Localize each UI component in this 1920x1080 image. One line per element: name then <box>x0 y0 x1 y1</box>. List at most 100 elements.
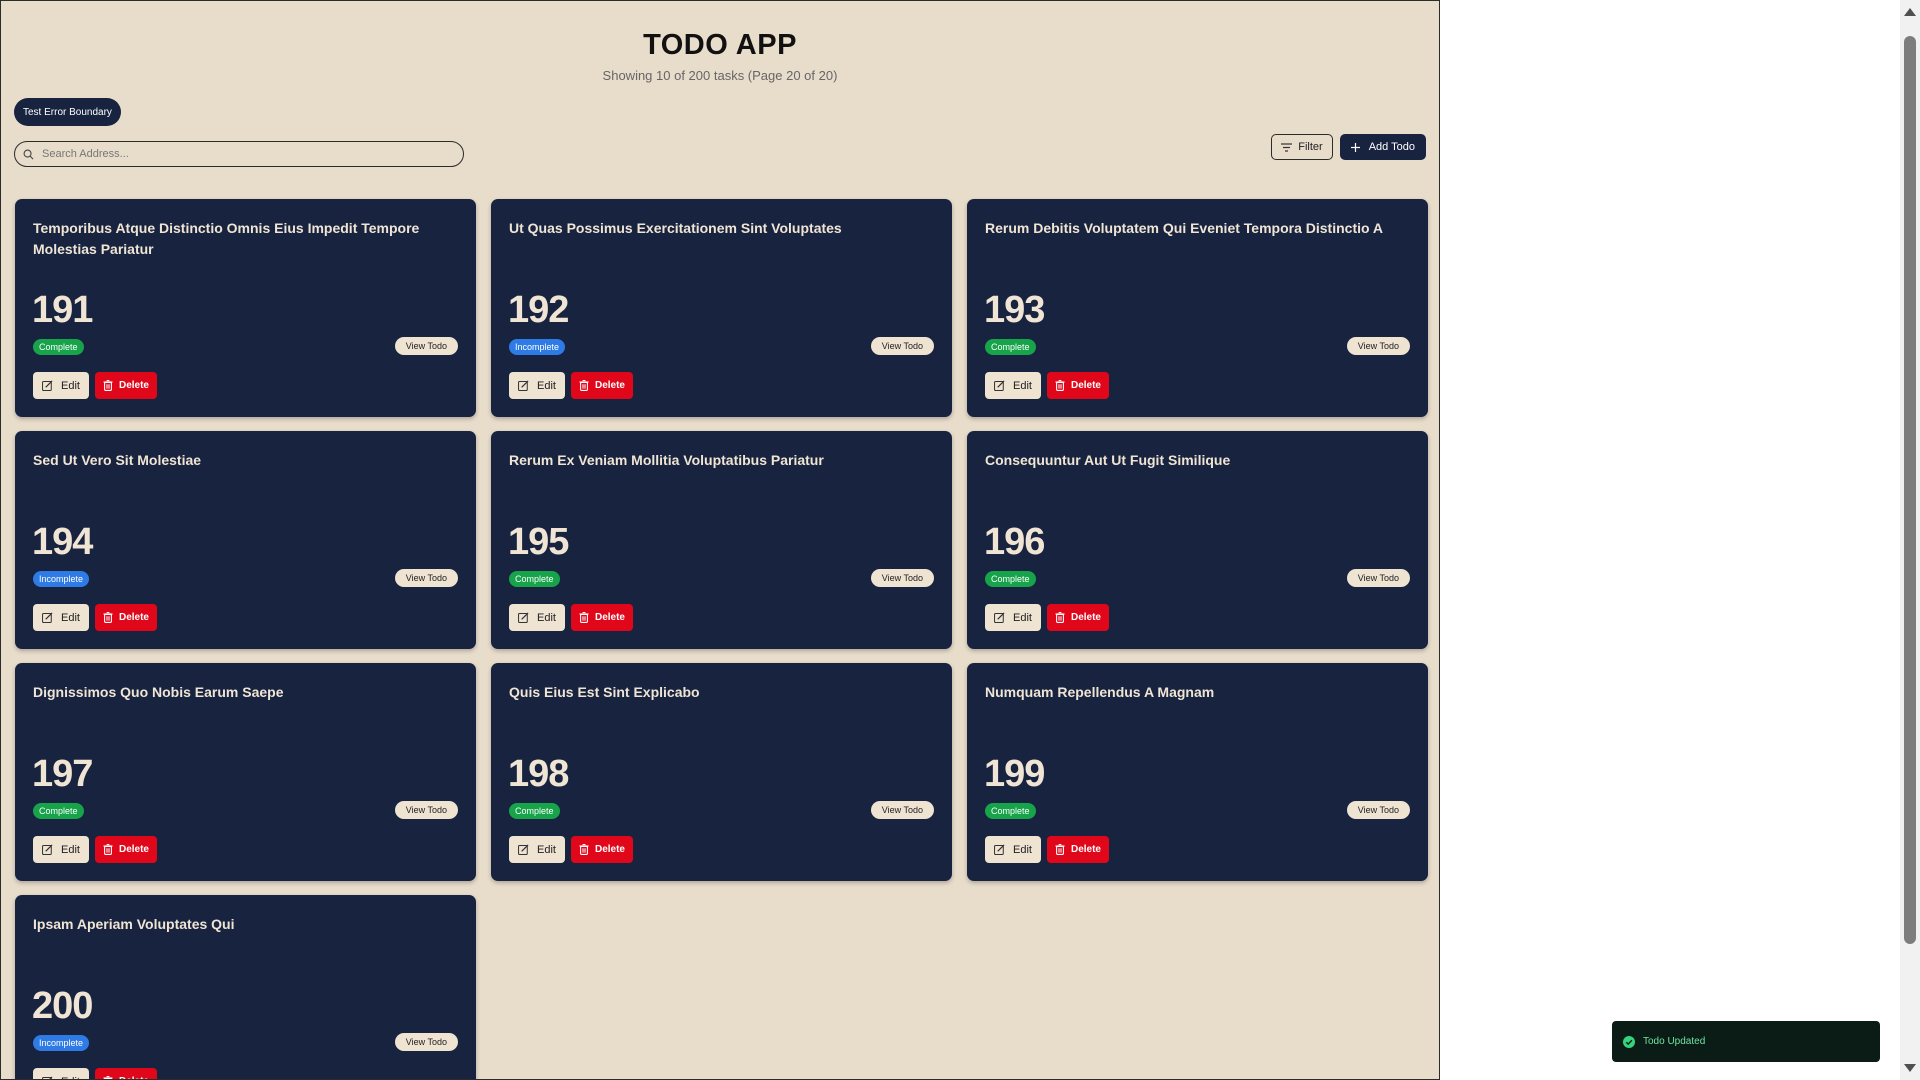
test-error-boundary-button[interactable]: Test Error Boundary <box>14 98 121 126</box>
toast-notification: Todo Updated <box>1612 1021 1880 1062</box>
status-badge: Incomplete <box>33 571 90 587</box>
add-todo-label: Add Todo <box>1368 141 1415 153</box>
todo-card: Temporibus Atque Distinctio Omnis Eius I… <box>15 199 476 417</box>
edit-icon <box>994 612 1005 623</box>
delete-button[interactable]: Delete <box>1046 604 1109 631</box>
filter-button[interactable]: Filter <box>1271 134 1333 160</box>
view-todo-button[interactable]: View Todo <box>394 1033 458 1051</box>
card-actions: Edit Delete <box>985 836 1109 863</box>
edit-button[interactable]: Edit <box>33 604 89 631</box>
edit-label: Edit <box>61 379 80 392</box>
edit-button[interactable]: Edit <box>33 836 89 863</box>
todo-number: 195 <box>508 521 569 563</box>
delete-button[interactable]: Delete <box>570 836 633 863</box>
view-todo-button[interactable]: View Todo <box>394 569 458 587</box>
todo-title: Rerum Debitis Voluptatem Qui Eveniet Tem… <box>985 220 1384 236</box>
view-todo-button[interactable]: View Todo <box>1346 337 1410 355</box>
edit-icon <box>518 844 529 855</box>
delete-label: Delete <box>118 844 149 855</box>
edit-label: Edit <box>537 379 556 392</box>
todo-number: 194 <box>32 521 93 563</box>
todo-title: Rerum Ex Veniam Mollitia Voluptatibus Pa… <box>509 452 824 468</box>
edit-button[interactable]: Edit <box>509 372 565 399</box>
edit-label: Edit <box>1013 379 1032 392</box>
todo-card: Sed Ut Vero Sit Molestiae 194 Incomplete Vi… <box>15 431 476 649</box>
todo-number: 198 <box>508 753 569 795</box>
todo-number: 191 <box>32 289 93 331</box>
toast-message: Todo Updated <box>1643 1036 1706 1047</box>
edit-button[interactable]: Edit <box>985 836 1041 863</box>
trash-icon <box>579 844 589 855</box>
todo-title: Numquam Repellendus A Magnam <box>985 684 1215 700</box>
task-count-subtitle: Showing 10 of 200 tasks (Page 20 of 20) <box>602 68 838 83</box>
scroll-up-arrow[interactable] <box>1904 8 1916 16</box>
todo-card: Ut Quas Possimus Exercitationem Sint Vol… <box>491 199 952 417</box>
delete-button[interactable]: Delete <box>1046 372 1109 399</box>
view-todo-button[interactable]: View Todo <box>870 337 934 355</box>
todo-number: 193 <box>984 289 1045 331</box>
view-todo-button[interactable]: View Todo <box>394 801 458 819</box>
view-todo-button[interactable]: View Todo <box>870 569 934 587</box>
edit-icon <box>42 380 53 391</box>
delete-label: Delete <box>1070 844 1101 855</box>
todo-title: Consequuntur Aut Ut Fugit Similique <box>985 452 1231 468</box>
delete-button[interactable]: Delete <box>1046 836 1109 863</box>
delete-button[interactable]: Delete <box>570 372 633 399</box>
todo-title: Quis Eius Est Sint Explicabo <box>509 684 700 700</box>
todo-card: Consequuntur Aut Ut Fugit Similique 196 Co… <box>967 431 1428 649</box>
delete-button[interactable]: Delete <box>94 1068 157 1079</box>
filter-icon <box>1281 142 1293 152</box>
trash-icon <box>579 380 589 391</box>
card-actions: Edit Delete <box>985 604 1109 631</box>
todo-number: 197 <box>32 753 93 795</box>
delete-button[interactable]: Delete <box>94 836 157 863</box>
todo-card: Dignissimos Quo Nobis Earum Saepe 197 Comp… <box>15 663 476 881</box>
search-box[interactable] <box>14 141 464 167</box>
edit-button[interactable]: Edit <box>33 1068 89 1080</box>
scroll-thumb[interactable] <box>1904 36 1916 944</box>
edit-button[interactable]: Edit <box>985 604 1041 631</box>
edit-label: Edit <box>61 1076 80 1080</box>
trash-icon <box>103 844 113 855</box>
header: TODO APP Showing 10 of 200 tasks (Page 2… <box>1 1 1439 83</box>
todo-title: Temporibus Atque Distinctio Omnis Eius I… <box>33 220 420 257</box>
edit-label: Edit <box>1013 843 1032 856</box>
todo-card: Ipsam Aperiam Voluptates Qui 200 Incomplet… <box>15 895 476 1080</box>
app-viewport: TODO APP Showing 10 of 200 tasks (Page 2… <box>0 0 1440 1080</box>
card-actions: Edit Delete <box>33 604 157 631</box>
todo-title: Ut Quas Possimus Exercitationem Sint Vol… <box>509 220 842 236</box>
scroll-down-arrow[interactable] <box>1904 1064 1916 1072</box>
add-todo-button[interactable]: Add Todo <box>1339 134 1426 160</box>
edit-icon <box>42 612 53 623</box>
edit-button[interactable]: Edit <box>509 604 565 631</box>
edit-button[interactable]: Edit <box>509 836 565 863</box>
search-icon <box>23 149 34 160</box>
status-badge: Incomplete <box>509 339 566 355</box>
view-todo-button[interactable]: View Todo <box>1346 801 1410 819</box>
vertical-scrollbar[interactable] <box>1900 0 1920 1080</box>
edit-icon <box>518 612 529 623</box>
view-todo-button[interactable]: View Todo <box>1346 569 1410 587</box>
delete-label: Delete <box>118 612 149 623</box>
card-actions: Edit Delete <box>33 1068 157 1080</box>
edit-button[interactable]: Edit <box>985 372 1041 399</box>
search-input[interactable] <box>40 147 444 161</box>
trash-icon <box>1055 844 1065 855</box>
view-todo-button[interactable]: View Todo <box>870 801 934 819</box>
delete-button[interactable]: Delete <box>94 372 157 399</box>
status-badge: Complete <box>509 803 560 819</box>
view-todo-button[interactable]: View Todo <box>394 337 458 355</box>
delete-button[interactable]: Delete <box>94 604 157 631</box>
delete-label: Delete <box>1070 380 1101 391</box>
trash-icon <box>103 380 113 391</box>
card-actions: Edit Delete <box>985 372 1109 399</box>
delete-label: Delete <box>119 1076 149 1079</box>
todo-card: Numquam Repellendus A Magnam 199 Complete V… <box>967 663 1428 881</box>
delete-button[interactable]: Delete <box>570 604 633 631</box>
trash-icon <box>103 612 113 623</box>
todo-grid: Temporibus Atque Distinctio Omnis Eius I… <box>15 199 1428 1080</box>
plus-icon <box>1350 142 1360 152</box>
edit-button[interactable]: Edit <box>33 372 89 399</box>
edit-icon <box>994 844 1005 855</box>
todo-card: Quis Eius Est Sint Explicabo 198 Complete V… <box>491 663 952 881</box>
